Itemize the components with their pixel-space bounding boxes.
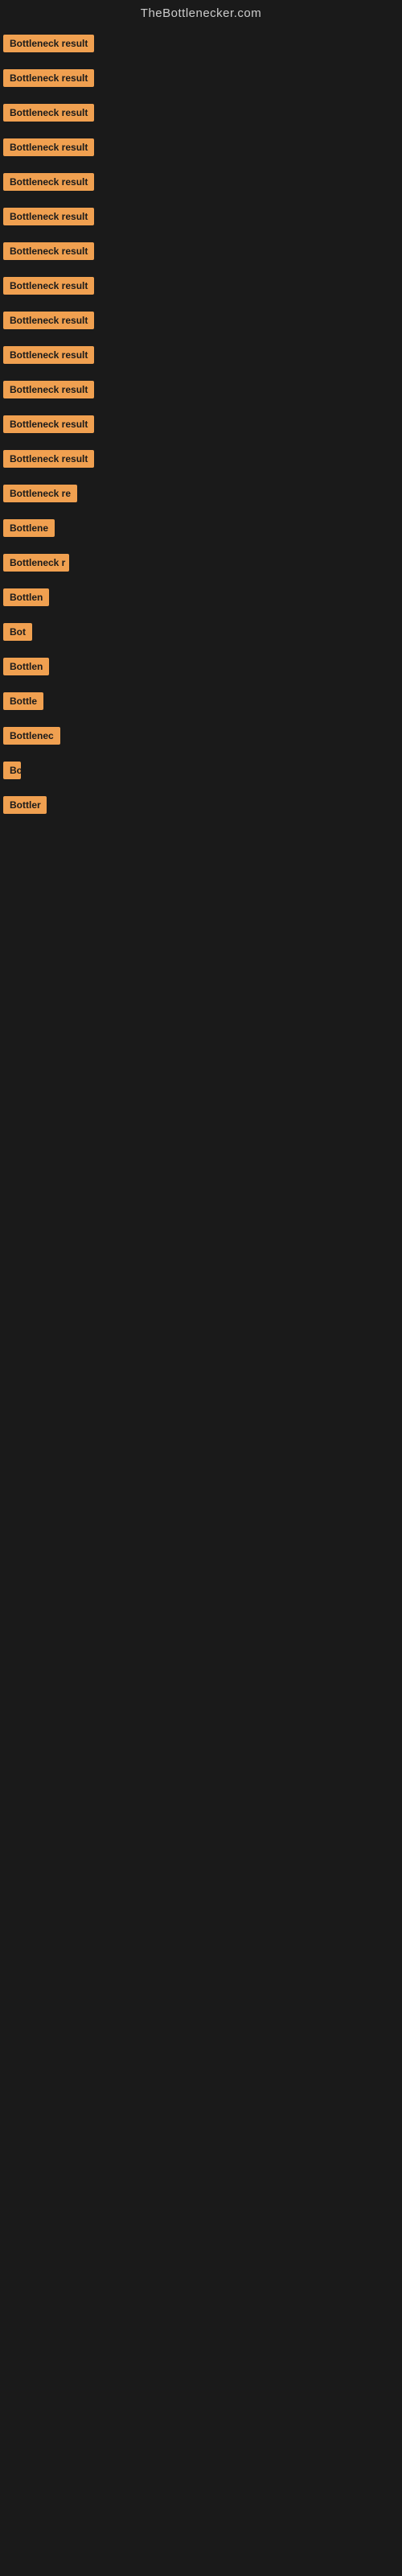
list-item: Bottleneck result xyxy=(3,236,399,270)
bottleneck-result-label: Bottlene xyxy=(3,519,55,537)
list-item: Bottleneck result xyxy=(3,340,399,374)
bottleneck-result-label: Bottleneck result xyxy=(3,35,94,52)
bottleneck-result-label: Bottleneck result xyxy=(3,242,94,260)
bottleneck-result-label: Bottleneck r xyxy=(3,554,69,572)
bottleneck-result-label: Bottleneck result xyxy=(3,346,94,364)
list-item: Bot xyxy=(3,617,399,651)
bottleneck-result-label: Bottleneck result xyxy=(3,415,94,433)
bottleneck-result-label: Bottleneck re xyxy=(3,485,77,502)
list-item: Bottleneck result xyxy=(3,270,399,305)
list-item: Bottlen xyxy=(3,582,399,617)
list-item: Bottleneck result xyxy=(3,97,399,132)
list-item: Bottleneck result xyxy=(3,409,399,444)
bottleneck-result-label: Bottleneck result xyxy=(3,450,94,468)
bottleneck-result-label: Bottleneck result xyxy=(3,312,94,329)
list-item: Bottlenec xyxy=(3,720,399,755)
list-item: Bottler xyxy=(3,790,399,824)
list-item: Bottleneck result xyxy=(3,305,399,340)
bottleneck-result-label: Bottlenec xyxy=(3,727,60,745)
bottleneck-result-label: Bottlen xyxy=(3,658,49,675)
list-item: Bo xyxy=(3,755,399,790)
list-item: Bottleneck result xyxy=(3,28,399,63)
list-item: Bottleneck result xyxy=(3,201,399,236)
bottleneck-result-label: Bottle xyxy=(3,692,43,710)
list-item: Bottlene xyxy=(3,513,399,547)
bottleneck-result-label: Bottleneck result xyxy=(3,208,94,225)
bottleneck-result-label: Bottler xyxy=(3,796,47,814)
bottleneck-result-label: Bottlen xyxy=(3,588,49,606)
list-item: Bottleneck r xyxy=(3,547,399,582)
bottom-spacer xyxy=(0,824,402,1307)
site-title: TheBottlenecker.com xyxy=(0,0,402,28)
list-item: Bottleneck result xyxy=(3,132,399,167)
list-item: Bottleneck result xyxy=(3,167,399,201)
bottleneck-result-label: Bottleneck result xyxy=(3,69,94,87)
bottleneck-result-label: Bottleneck result xyxy=(3,173,94,191)
bottleneck-result-label: Bo xyxy=(3,762,21,779)
list-item: Bottlen xyxy=(3,651,399,686)
bottleneck-result-label: Bottleneck result xyxy=(3,277,94,295)
list-item: Bottleneck result xyxy=(3,374,399,409)
bottleneck-result-label: Bot xyxy=(3,623,32,641)
list-item: Bottleneck re xyxy=(3,478,399,513)
list-item: Bottleneck result xyxy=(3,63,399,97)
bottleneck-result-label: Bottleneck result xyxy=(3,138,94,156)
list-item: Bottleneck result xyxy=(3,444,399,478)
bottleneck-result-label: Bottleneck result xyxy=(3,104,94,122)
items-container: Bottleneck result Bottleneck result Bottle… xyxy=(0,28,402,824)
list-item: Bottle xyxy=(3,686,399,720)
bottleneck-result-label: Bottleneck result xyxy=(3,381,94,398)
